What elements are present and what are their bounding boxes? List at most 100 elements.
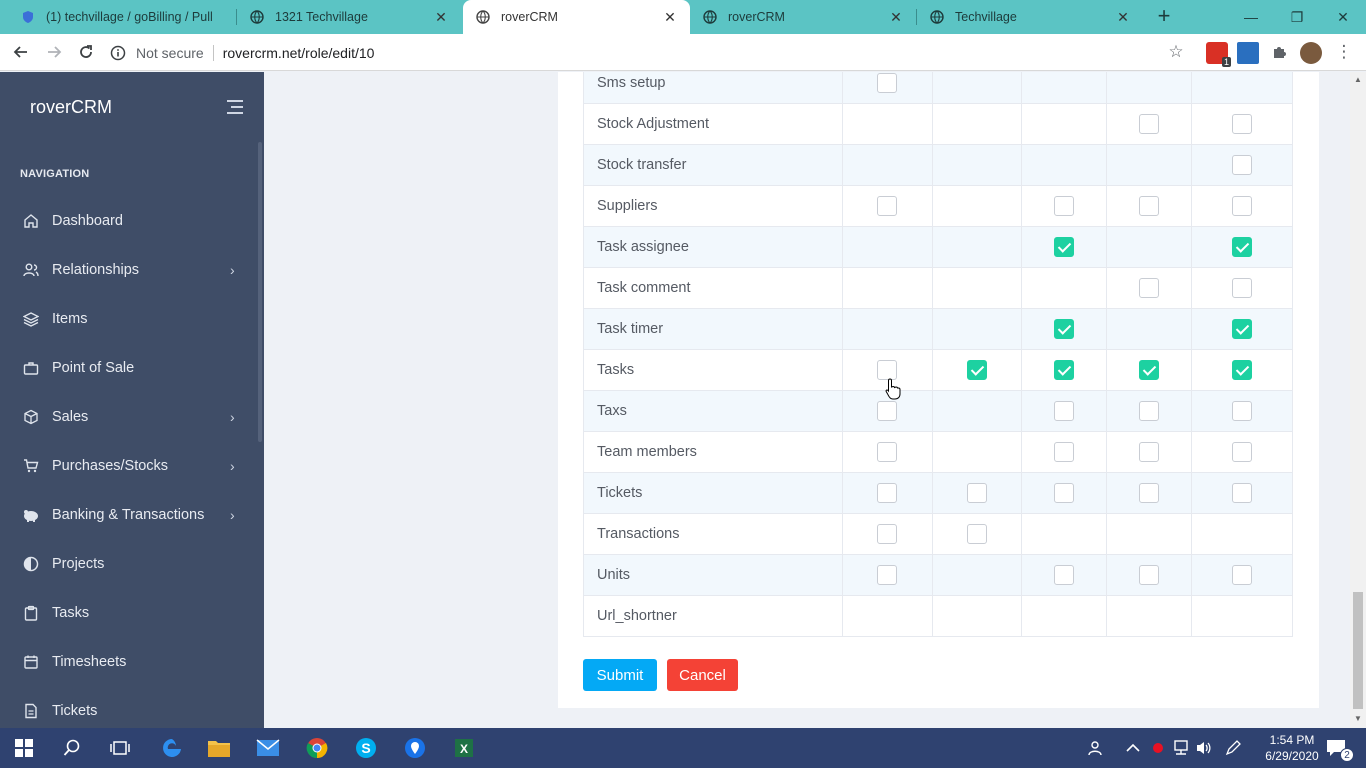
permission-checkbox[interactable]: [877, 483, 898, 503]
scroll-up-arrow-icon[interactable]: ▲: [1354, 75, 1362, 84]
cancel-button[interactable]: Cancel: [667, 659, 738, 691]
system-clock[interactable]: 1:54 PM 6/29/2020: [1262, 732, 1322, 764]
chrome-icon[interactable]: [305, 736, 329, 760]
permission-checkbox[interactable]: [1139, 565, 1160, 585]
pen-icon[interactable]: [1221, 736, 1245, 760]
windows-start-icon[interactable]: [12, 736, 36, 760]
chevron-up-icon[interactable]: [1121, 736, 1145, 760]
task-view-icon[interactable]: [108, 736, 132, 760]
permission-checkbox-checked[interactable]: [1232, 319, 1253, 339]
permission-checkbox[interactable]: [1232, 278, 1253, 298]
search-icon[interactable]: [60, 736, 84, 760]
permission-checkbox[interactable]: [1054, 565, 1075, 585]
browser-tab-active[interactable]: roverCRM ✕: [463, 0, 690, 34]
permission-checkbox[interactable]: [1232, 483, 1253, 503]
minimize-icon[interactable]: ―: [1228, 0, 1274, 34]
nav-item-timesheets[interactable]: Timesheets: [0, 637, 264, 686]
nav-item-dashboard[interactable]: Dashboard: [0, 196, 264, 245]
hamburger-menu-icon[interactable]: [227, 100, 243, 114]
nav-item-sales[interactable]: Sales ›: [0, 392, 264, 441]
forward-arrow-icon[interactable]: [43, 41, 65, 63]
extension-icon[interactable]: 1: [1206, 42, 1231, 67]
nav-item-items[interactable]: Items: [0, 294, 264, 343]
browser-tab[interactable]: 1321 Techvillage ✕: [237, 0, 461, 34]
permission-checkbox-checked[interactable]: [966, 360, 987, 380]
close-tab-icon[interactable]: ✕: [888, 9, 904, 26]
scroll-down-arrow-icon[interactable]: ▼: [1354, 714, 1362, 723]
bookmark-star-icon[interactable]: ☆: [1165, 41, 1187, 63]
permission-checkbox[interactable]: [1232, 442, 1253, 462]
excel-icon[interactable]: X: [452, 736, 476, 760]
permission-checkbox[interactable]: [966, 483, 987, 503]
permission-checkbox[interactable]: [1054, 196, 1075, 216]
new-tab-icon[interactable]: +: [1152, 5, 1176, 29]
permission-checkbox-checked[interactable]: [1232, 237, 1253, 257]
edge-browser-icon[interactable]: [160, 736, 184, 760]
page-scrollbar[interactable]: ▲ ▼: [1350, 72, 1366, 728]
mail-icon[interactable]: [256, 736, 280, 760]
info-icon[interactable]: [110, 45, 126, 61]
permission-checkbox[interactable]: [1054, 442, 1075, 462]
permission-checkbox-checked[interactable]: [1054, 360, 1075, 380]
record-dot-icon[interactable]: [1146, 736, 1170, 760]
nav-item-point-of-sale[interactable]: Point of Sale: [0, 343, 264, 392]
nav-item-tickets[interactable]: Tickets: [0, 686, 264, 728]
kebab-menu-icon[interactable]: ⋮: [1333, 41, 1355, 63]
nav-item-purchases-stocks[interactable]: Purchases/Stocks ›: [0, 441, 264, 490]
permission-checkbox-checked[interactable]: [1232, 360, 1253, 380]
permission-checkbox[interactable]: [1054, 401, 1075, 421]
browser-tab[interactable]: (1) techvillage / goBilling / Pull: [8, 0, 234, 34]
maps-pin-icon[interactable]: [403, 736, 427, 760]
permission-checkbox[interactable]: [1139, 114, 1160, 134]
browser-tab[interactable]: Techvillage ✕: [917, 0, 1143, 34]
scrollbar-thumb[interactable]: [1353, 592, 1363, 709]
address-bar[interactable]: Not secure rovercrm.net/role/edit/10: [110, 38, 1195, 67]
permission-checkbox[interactable]: [1232, 565, 1253, 585]
permission-checkbox[interactable]: [877, 196, 898, 216]
close-tab-icon[interactable]: ✕: [433, 9, 449, 26]
nav-item-tasks[interactable]: Tasks: [0, 588, 264, 637]
back-arrow-icon[interactable]: [10, 41, 32, 63]
permission-checkbox-checked[interactable]: [1054, 237, 1075, 257]
permission-checkbox[interactable]: [877, 401, 898, 421]
permission-checkbox-checked[interactable]: [1139, 360, 1160, 380]
nav-item-relationships[interactable]: Relationships ›: [0, 245, 264, 294]
permission-checkbox[interactable]: [1232, 155, 1253, 175]
nav-item-banking-transactions[interactable]: Banking & Transactions ›: [0, 490, 264, 539]
browser-tab[interactable]: roverCRM ✕: [690, 0, 916, 34]
permission-checkbox[interactable]: [877, 360, 898, 380]
permission-checkbox[interactable]: [1139, 401, 1160, 421]
permission-checkbox[interactable]: [1139, 483, 1160, 503]
volume-icon[interactable]: [1192, 736, 1216, 760]
profile-avatar[interactable]: [1300, 42, 1322, 64]
brand-logo[interactable]: roverCRM: [30, 97, 112, 118]
notification-center-icon[interactable]: 2: [1324, 736, 1354, 762]
permission-checkbox[interactable]: [1232, 196, 1253, 216]
people-icon[interactable]: [1085, 736, 1109, 760]
permission-checkbox[interactable]: [1232, 114, 1253, 134]
network-icon[interactable]: [1169, 736, 1193, 760]
download-extension-icon[interactable]: [1237, 42, 1259, 64]
permission-checkbox[interactable]: [1139, 196, 1160, 216]
permission-checkbox[interactable]: [877, 565, 898, 585]
url-text[interactable]: rovercrm.net/role/edit/10: [223, 45, 375, 61]
skype-icon[interactable]: S: [354, 736, 378, 760]
permission-checkbox[interactable]: [1232, 401, 1253, 421]
file-explorer-icon[interactable]: [207, 736, 231, 760]
restore-icon[interactable]: ❐: [1274, 0, 1320, 34]
permission-checkbox[interactable]: [1054, 483, 1075, 503]
sidebar-scrollbar[interactable]: [258, 142, 262, 442]
close-window-icon[interactable]: ✕: [1320, 0, 1366, 34]
permission-checkbox[interactable]: [1139, 442, 1160, 462]
nav-item-projects[interactable]: Projects: [0, 539, 264, 588]
permission-checkbox[interactable]: [1139, 278, 1160, 298]
permission-checkbox[interactable]: [877, 524, 898, 544]
close-tab-icon[interactable]: ✕: [1115, 9, 1131, 26]
close-tab-icon[interactable]: ✕: [662, 9, 678, 26]
permission-checkbox[interactable]: [966, 524, 987, 544]
permission-checkbox-checked[interactable]: [1054, 319, 1075, 339]
permission-checkbox[interactable]: [877, 442, 898, 462]
reload-icon[interactable]: [75, 41, 97, 63]
submit-button[interactable]: Submit: [583, 659, 657, 691]
permission-checkbox[interactable]: [877, 73, 898, 93]
